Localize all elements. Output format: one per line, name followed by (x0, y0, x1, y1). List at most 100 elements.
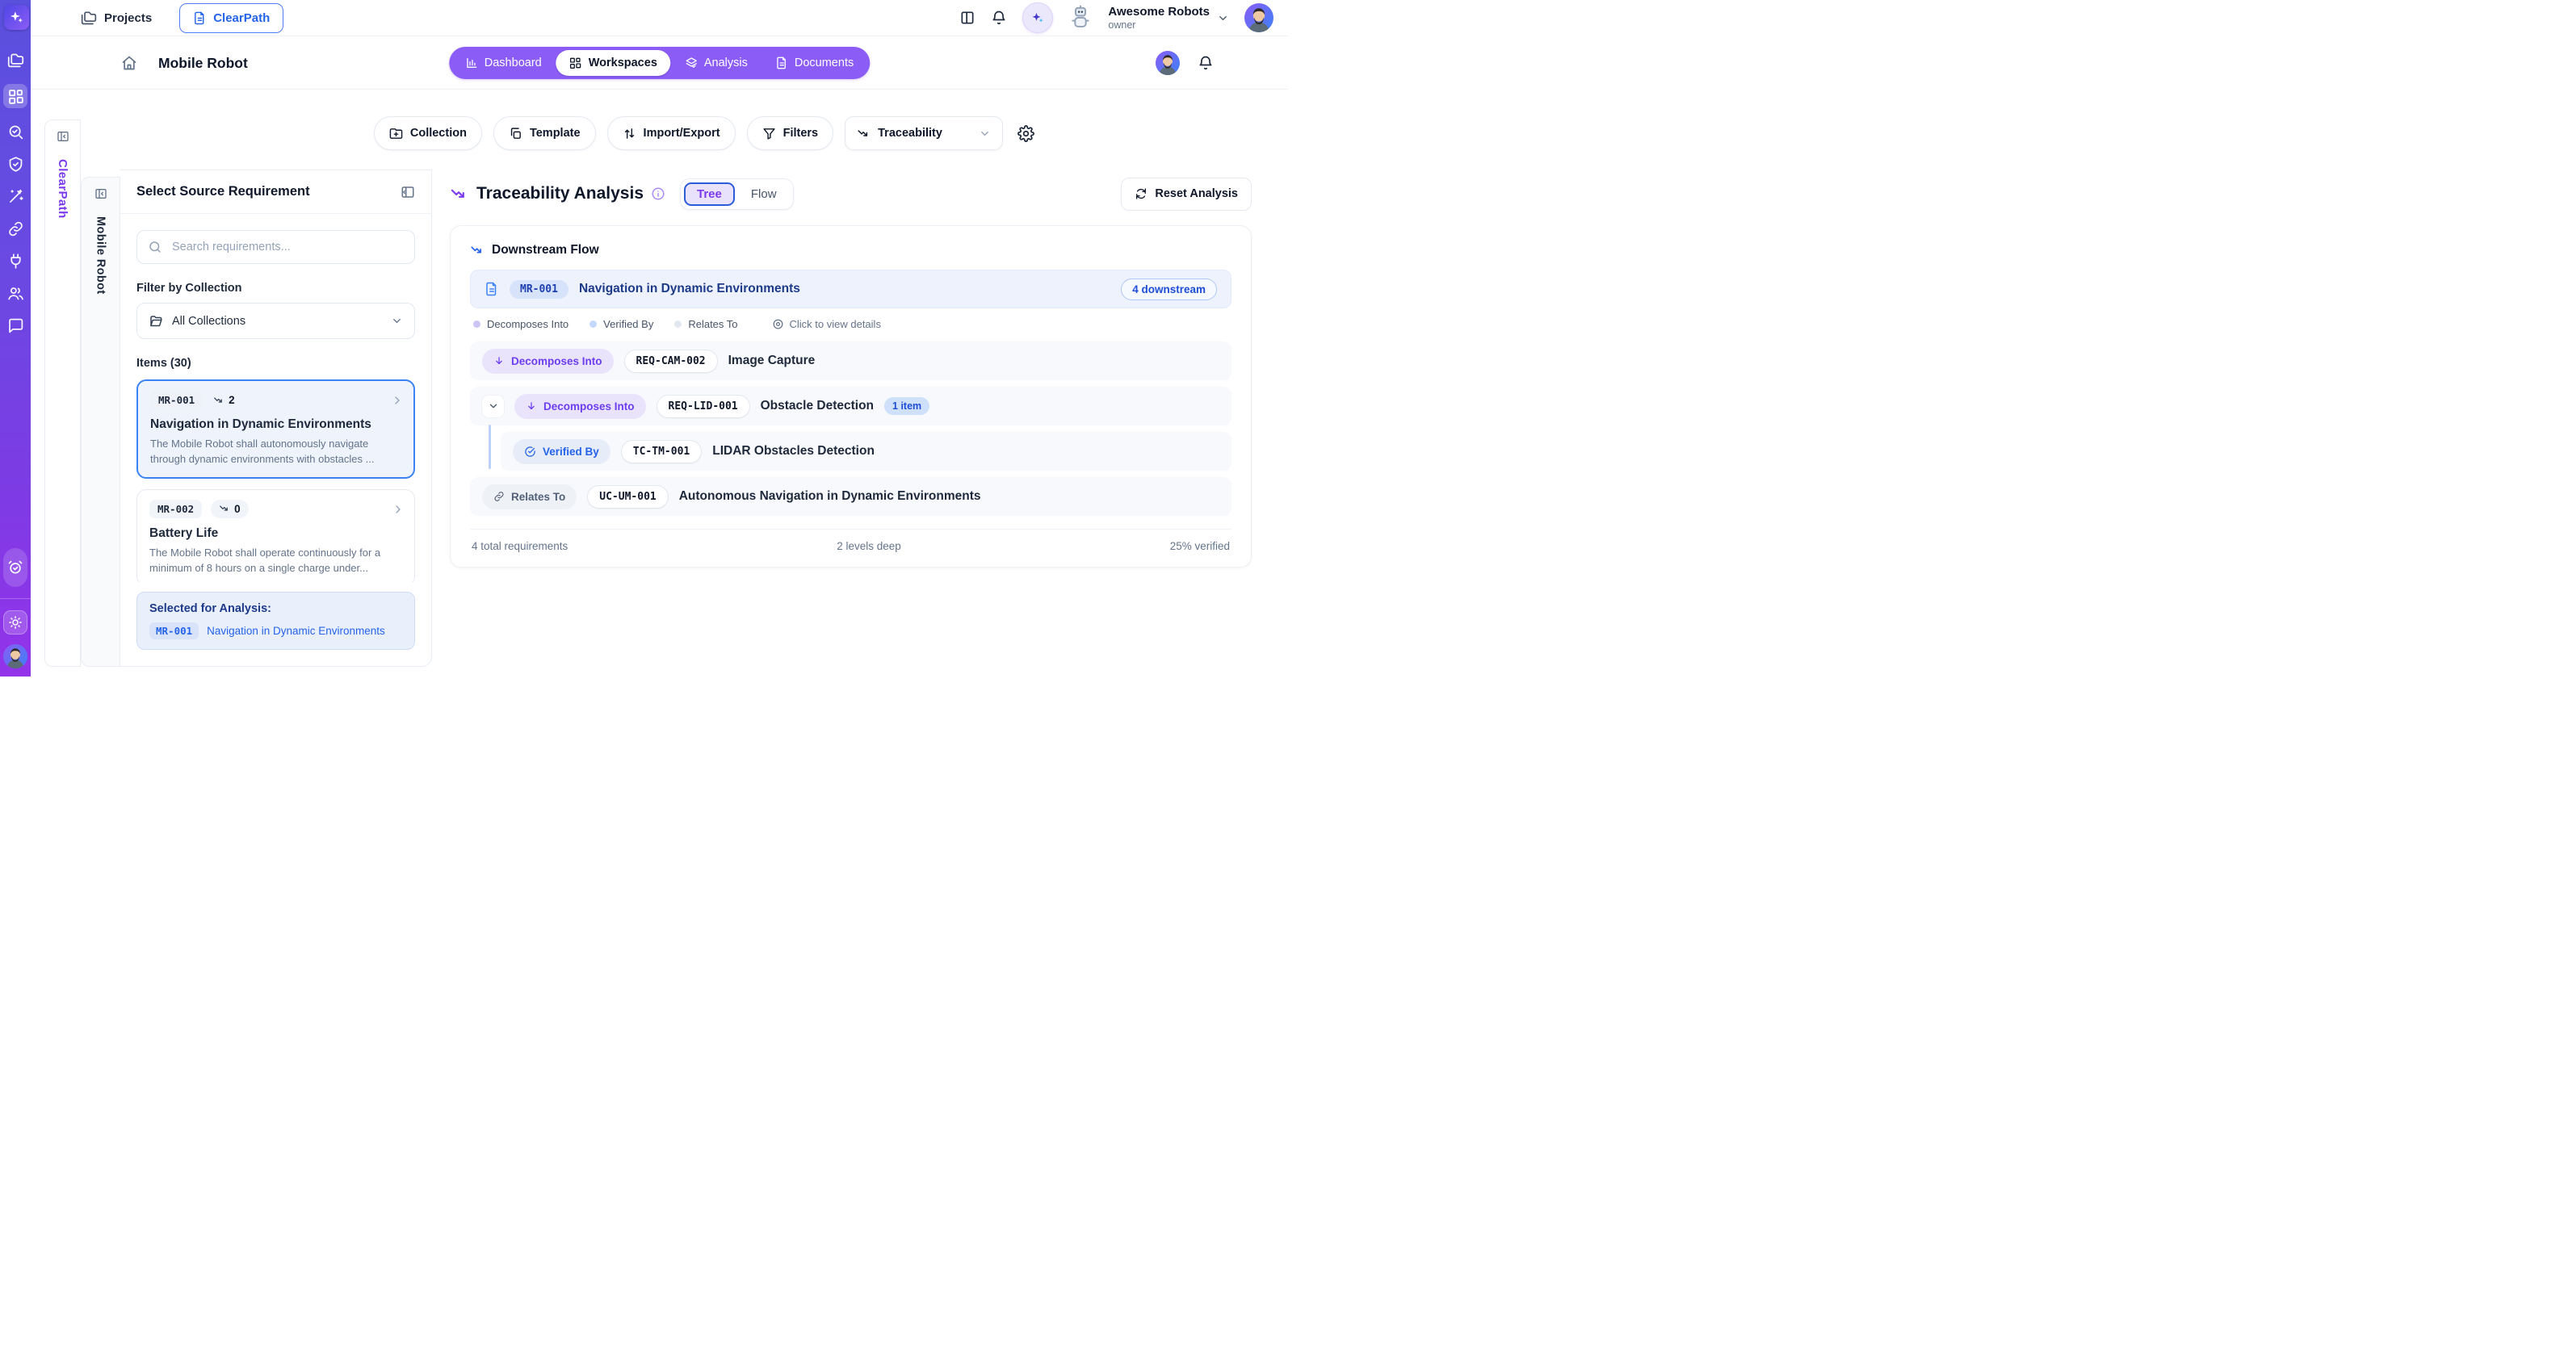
sidebar-item-links[interactable] (7, 220, 24, 237)
card-header: MR-002 0 (149, 500, 402, 518)
sidebar-item-ai-tools[interactable] (7, 188, 24, 205)
collection-button[interactable]: Collection (374, 116, 482, 150)
clearpath-rail: ClearPath (44, 119, 81, 667)
legend-dot (473, 320, 480, 328)
chevron-right-icon (391, 394, 404, 407)
sidebar-user-avatar[interactable] (3, 644, 27, 668)
view-tree-button[interactable]: Tree (684, 182, 735, 206)
collection-filter-select[interactable]: All Collections (136, 303, 415, 339)
analysis-header: Traceability Analysis Tree Flow Reset An… (450, 173, 1252, 215)
sidebar-item-team[interactable] (7, 285, 24, 302)
tab-workspaces[interactable]: Workspaces (556, 50, 670, 76)
notifications-button[interactable] (991, 10, 1007, 26)
tree-row-uc-um-001[interactable]: Relates To UC-UM-001 Autonomous Navigati… (470, 477, 1231, 516)
template-button[interactable]: Template (493, 116, 596, 150)
bell-icon (991, 10, 1007, 26)
bar-chart-icon (465, 57, 478, 69)
collapse-branch-button[interactable] (482, 396, 504, 417)
tab-label: Analysis (704, 57, 748, 69)
relation-pill: Decomposes Into (482, 349, 614, 374)
tree-row-req-cam-002[interactable]: Decomposes Into REQ-CAM-002 Image Captur… (470, 341, 1231, 380)
selected-row: MR-001 Navigation in Dynamic Environment… (149, 622, 402, 639)
funnel-icon (762, 127, 776, 140)
requirements-search[interactable] (136, 230, 415, 264)
projects-nav[interactable]: Projects (81, 10, 152, 26)
app-window: Projects ClearPath Awesome Robots owner (0, 0, 1288, 676)
tree-id-badge: REQ-LID-001 (657, 395, 750, 418)
stat-depth: 2 levels deep (837, 540, 901, 552)
view-flow-button[interactable]: Flow (738, 182, 790, 206)
reset-analysis-button[interactable]: Reset Analysis (1121, 178, 1252, 211)
search-input[interactable] (170, 240, 404, 254)
relation-label: Decomposes Into (511, 355, 602, 367)
sun-icon (8, 615, 23, 630)
tab-label: Workspaces (589, 57, 657, 69)
stat-verified: 25% verified (1170, 540, 1230, 552)
chevron-down-icon (1217, 12, 1229, 24)
source-panel-body: Filter by Collection All Collections Ite… (120, 214, 431, 666)
downstream-flow-title: Downstream Flow (492, 243, 599, 258)
root-requirement-row[interactable]: MR-001 Navigation in Dynamic Environment… (470, 270, 1231, 308)
sidebar-item-workspaces[interactable] (3, 84, 27, 108)
ai-assistant-button[interactable] (1022, 2, 1053, 33)
sidebar-item-review-search[interactable] (7, 124, 24, 140)
sidebar-bottom (0, 548, 31, 676)
requirement-id-badge: MR-002 (149, 500, 202, 518)
chevron-right-icon (392, 503, 405, 516)
trend-arrow-icon (219, 503, 230, 514)
selected-label: Selected for Analysis: (149, 602, 402, 615)
user-avatar[interactable] (1244, 3, 1273, 32)
panel-layout-toggle[interactable] (959, 10, 975, 26)
sidebar-item-comments[interactable] (7, 317, 24, 334)
requirement-title: Battery Life (149, 526, 402, 541)
tree-row-tc-tm-001[interactable]: Verified By TC-TM-001 LIDAR Obstacles De… (501, 432, 1231, 471)
member-avatar[interactable] (1156, 51, 1180, 75)
file-text-icon (775, 57, 788, 69)
traceability-select[interactable]: Traceability (845, 116, 1003, 150)
tree-id-badge: REQ-CAM-002 (624, 350, 718, 373)
sidebar-item-compliance[interactable] (7, 156, 24, 173)
home-icon[interactable] (121, 55, 137, 71)
expand-clearpath-panel-button[interactable] (53, 127, 73, 146)
columns-icon (959, 10, 975, 26)
tab-documents[interactable]: Documents (762, 50, 866, 76)
count-value: 2 (229, 394, 235, 406)
refresh-icon (1135, 187, 1147, 200)
tree-row-req-lid-001[interactable]: Decomposes Into REQ-LID-001 Obstacle Det… (470, 387, 1231, 425)
expand-mobile-robot-panel-button[interactable] (91, 184, 111, 203)
requirement-card-mr002[interactable]: MR-002 0 Battery Life The Mobile Robot s… (136, 489, 415, 582)
settings-button[interactable] (1017, 125, 1034, 142)
items-count-label: Items (30) (136, 357, 415, 370)
import-export-button[interactable]: Import/Export (607, 116, 736, 150)
search-icon (148, 240, 162, 254)
sidebar-item-reminders[interactable] (3, 548, 27, 587)
file-text-icon (193, 11, 207, 25)
user-menu[interactable]: Awesome Robots owner (1108, 5, 1229, 31)
selected-id-badge: MR-001 (149, 622, 199, 639)
user-role: owner (1108, 19, 1210, 31)
info-icon[interactable] (651, 186, 665, 201)
requirement-card-mr001[interactable]: MR-001 2 Navigation in Dynamic Environme… (136, 379, 415, 479)
traceability-analysis: Traceability Analysis Tree Flow Reset An… (450, 170, 1252, 568)
downstream-flow-header: Downstream Flow (470, 243, 1231, 258)
sidebar-item-integrations[interactable] (7, 253, 24, 270)
requirement-list: MR-001 2 Navigation in Dynamic Environme… (136, 379, 415, 582)
collection-filter-value: All Collections (172, 315, 245, 328)
project-notifications-button[interactable] (1198, 55, 1214, 71)
arrow-down-icon (493, 355, 505, 367)
template-label: Template (530, 127, 581, 140)
sidebar-item-projects[interactable] (7, 52, 24, 69)
filter-label: Filter by Collection (136, 282, 415, 295)
stat-total: 4 total requirements (472, 540, 568, 552)
workspace-toolbar: Collection Template Import/Export Filter… (120, 116, 1288, 150)
collapse-source-panel-button[interactable] (401, 185, 415, 199)
tab-dashboard[interactable]: Dashboard (452, 50, 555, 76)
tab-analysis[interactable]: Analysis (672, 50, 761, 76)
relation-label: Relates To (511, 491, 565, 503)
theme-toggle[interactable] (3, 610, 27, 635)
app-logo[interactable] (4, 5, 29, 30)
tab-clearpath[interactable]: ClearPath (179, 3, 283, 33)
filters-button[interactable]: Filters (747, 116, 834, 150)
mobile-robot-rail: Mobile Robot (81, 177, 120, 667)
requirement-title: Navigation in Dynamic Environments (150, 417, 401, 432)
